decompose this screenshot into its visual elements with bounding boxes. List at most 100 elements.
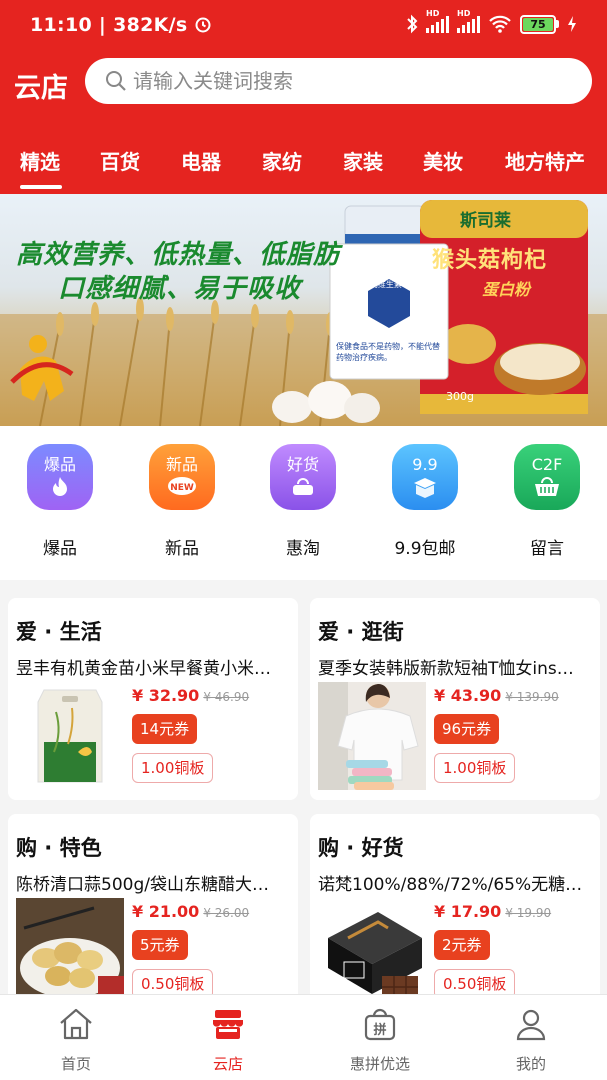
price-value: ¥ 43.90 (434, 686, 502, 705)
original-price: ¥ 26.00 (203, 906, 250, 920)
price-value: ¥ 21.00 (132, 902, 200, 921)
copper-coin-badge[interactable]: 1.00铜板 (434, 753, 516, 783)
price-value: ¥ 32.90 (132, 686, 200, 705)
box-disclaimer: 保健食品不是药物，不能代替药物治疗疾病。 (336, 342, 440, 362)
status-bar: 11:10 | 382K/s HD HD 75 (0, 0, 607, 52)
fire-icon: 爆品 (27, 444, 93, 510)
original-price: ¥ 139.90 (505, 690, 559, 704)
box-icon: 9.9 (392, 444, 458, 510)
nav-label: 云店 (212, 1055, 243, 1073)
tshirt-image[interactable] (318, 682, 426, 790)
search-input[interactable] (133, 69, 533, 93)
app-title: 云店 (14, 73, 68, 104)
card-price: ¥ 32.90 ¥ 46.90 (132, 686, 249, 705)
svg-text:拼: 拼 (373, 1022, 386, 1038)
product-card-buy-good[interactable]: 购 · 好货 诺梵100%/88%/72%/65%无糖… ¥ 17.90 ¥ 19… (310, 814, 600, 1016)
nav-home[interactable]: 首页 (26, 1007, 126, 1074)
box-title: 钙维生素D (369, 280, 409, 289)
card-title: 购 · 特色 (16, 836, 102, 860)
clock-text: 11:10 (30, 14, 92, 36)
card-desc[interactable]: 昱丰有机黄金苗小米早餐黄小米… (16, 654, 298, 679)
alarm-icon (195, 17, 211, 33)
network-speed: 382K/s (113, 14, 188, 36)
product-sub: 蛋白粉 (482, 280, 531, 299)
tab-selected[interactable]: 精选 (20, 146, 60, 175)
new-icon: 新品 NEW (149, 444, 215, 510)
quick-icon-text: 新品 (165, 455, 198, 474)
charging-icon (568, 16, 576, 32)
tab-home-textiles[interactable]: 家纺 (262, 146, 302, 175)
profile-icon (516, 1009, 546, 1041)
tab-general-goods[interactable]: 百货 (100, 146, 140, 175)
tab-appliances[interactable]: 电器 (181, 146, 221, 175)
card-title: 爱 · 逛街 (318, 620, 404, 644)
quick-icon-text: 9.9 (412, 455, 438, 474)
search-bar[interactable] (85, 58, 592, 104)
product-card-love-life[interactable]: 爱 · 生活 昱丰有机黄金苗小米早餐黄小米… ¥ 32.90 ¥ 46.90 14… (8, 598, 298, 800)
signal-2-icon: HD (457, 9, 480, 33)
quick-menu: 爆品 爆品 新品 NEW 新品 好货 惠淘 9.9 9.9包邮 C2F 留言 (0, 426, 607, 580)
banner-slogan-1: 高效营养、低热量、低脂肪 (16, 240, 341, 270)
copper-coin-badge[interactable]: 1.00铜板 (132, 753, 214, 783)
store-icon (213, 1010, 243, 1039)
nav-group-buy[interactable]: 拼 惠拼优选 (330, 1007, 430, 1074)
quick-label: 惠淘 (286, 539, 320, 559)
nav-label: 惠拼优选 (349, 1055, 410, 1073)
rice-bag-image[interactable] (16, 682, 124, 790)
tab-local-specialty[interactable]: 地方特产 (505, 146, 585, 175)
quick-icon-text: 爆品 (43, 455, 76, 474)
category-tabs: 精选 百货 电器 家纺 家装 美妆 地方特产 (0, 140, 607, 194)
product-card-buy-specialty[interactable]: 购 · 特色 陈桥清口蒜500g/袋山东糖醋大… ¥ 21.00 ¥ 26.00 … (8, 814, 298, 1016)
original-price: ¥ 19.90 (505, 906, 552, 920)
nav-cloud-store[interactable]: 云店 (178, 1007, 278, 1074)
coupon-button[interactable]: 2元券 (434, 930, 490, 960)
card-title: 购 · 好货 (318, 836, 404, 860)
chocolate-image[interactable] (318, 898, 426, 1006)
home-icon (60, 1008, 92, 1040)
product-card-love-shopping[interactable]: 爱 · 逛街 夏季女装韩版新款短袖T恤女ins… ¥ 43.90 ¥ 139.90… (310, 598, 600, 800)
product-brand: 斯司莱 (460, 211, 511, 231)
quick-item-message[interactable]: C2F 留言 (497, 444, 597, 559)
coupon-button[interactable]: 5元券 (132, 930, 188, 960)
basket-icon: 好货 (270, 444, 336, 510)
coupon-button[interactable]: 14元券 (132, 714, 198, 744)
price-value: ¥ 17.90 (434, 902, 502, 921)
hd-label-2: HD (457, 9, 471, 18)
cart-icon: C2F (514, 444, 580, 510)
tab-home-decor[interactable]: 家装 (343, 146, 383, 175)
signal-1-icon: HD (426, 9, 449, 33)
wheat-field-image (0, 200, 607, 426)
status-icons: HD HD 75 (406, 9, 577, 34)
battery-icon: 75 (520, 14, 559, 34)
original-price: ¥ 46.90 (203, 690, 250, 704)
tab-beauty[interactable]: 美妆 (423, 146, 463, 175)
quick-icon-text: 好货 (286, 455, 319, 474)
card-price: ¥ 21.00 ¥ 26.00 (132, 902, 249, 921)
promo-banner[interactable]: 高效营养、低热量、低脂肪 口感细腻、易于吸收 斯司莱 猴头菇枸杞 蛋白粉 300… (0, 194, 607, 426)
quick-item-new[interactable]: 新品 NEW 新品 (132, 444, 232, 559)
status-time: 11:10 | 382K/s (30, 14, 212, 36)
quick-label: 爆品 (43, 539, 77, 559)
header: 11:10 | 382K/s HD HD 75 云店 精选 (0, 0, 607, 194)
quick-item-deals[interactable]: 好货 惠淘 (253, 444, 353, 559)
nav-label: 首页 (60, 1055, 91, 1073)
group-buy-icon: 拼 (364, 1008, 396, 1041)
coupon-button[interactable]: 96元券 (434, 714, 500, 744)
active-tab-indicator (20, 185, 62, 189)
quick-label: 留言 (530, 539, 564, 559)
card-title: 爱 · 生活 (16, 620, 102, 644)
card-desc[interactable]: 陈桥清口蒜500g/袋山东糖醋大… (16, 870, 298, 895)
svg-text:NEW: NEW (170, 483, 194, 493)
garlic-image[interactable] (16, 898, 124, 1006)
card-price: ¥ 17.90 ¥ 19.90 (434, 902, 551, 921)
banner-slogan-2: 口感细腻、易于吸收 (58, 274, 302, 304)
card-desc[interactable]: 诺梵100%/88%/72%/65%无糖… (318, 870, 600, 895)
hd-label-1: HD (426, 9, 440, 18)
quick-item-hot[interactable]: 爆品 爆品 (10, 444, 110, 559)
quick-item-free-shipping[interactable]: 9.9 9.9包邮 (375, 444, 475, 559)
nav-profile[interactable]: 我的 (481, 1007, 581, 1074)
product-weight: 300g (446, 390, 474, 403)
nav-label: 我的 (515, 1055, 546, 1073)
card-desc[interactable]: 夏季女装韩版新款短袖T恤女ins… (318, 654, 600, 679)
search-icon (106, 71, 126, 91)
